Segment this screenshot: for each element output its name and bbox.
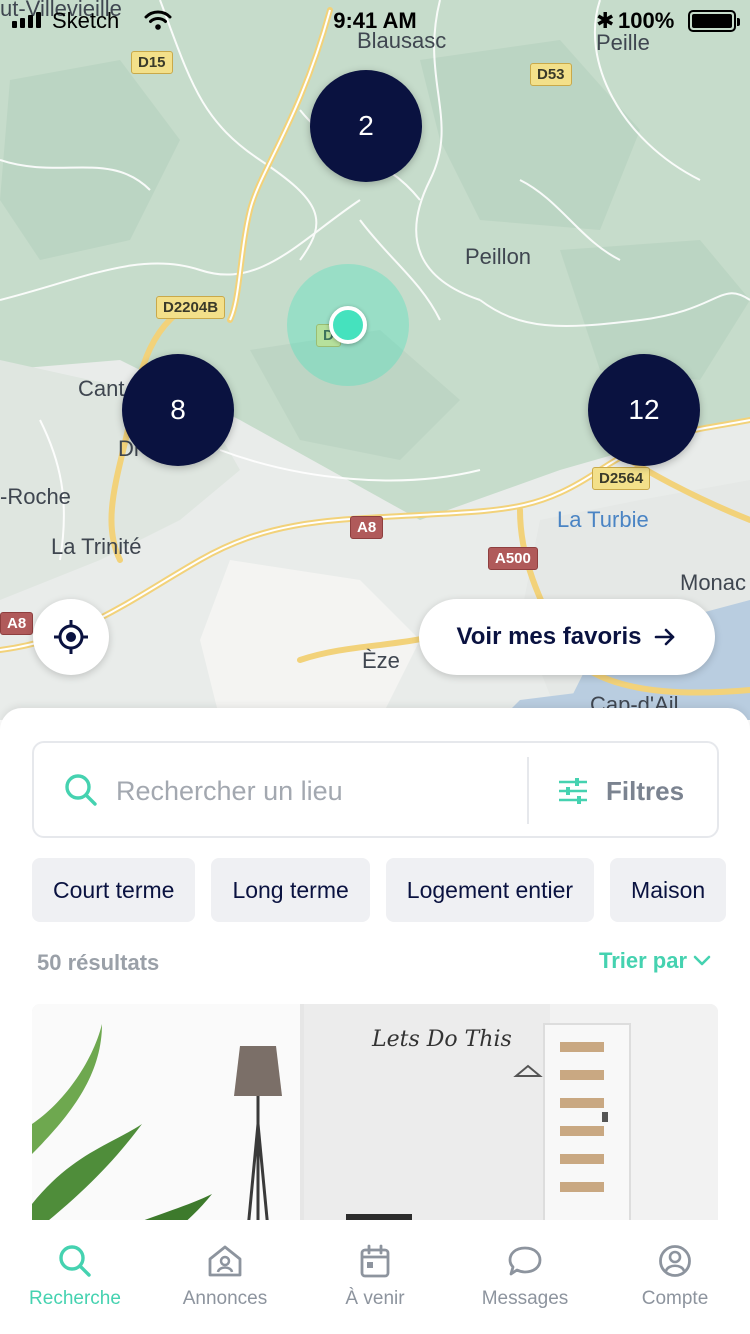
- calendar-icon: [360, 1244, 390, 1278]
- locate-me-button[interactable]: [33, 599, 109, 675]
- user-location-dot: [329, 306, 367, 344]
- chip-maison[interactable]: Maison: [610, 858, 727, 922]
- tab-label: À venir: [345, 1288, 405, 1309]
- place-la-trinite: La Trinité: [51, 534, 142, 559]
- chip-logement-entier[interactable]: Logement entier: [385, 858, 595, 922]
- search-icon: [59, 1245, 91, 1277]
- map-view[interactable]: ut-Villevieille Blausasc Peille Peillon …: [0, 0, 750, 720]
- search-bar: Filtres: [32, 741, 719, 838]
- map-cluster-top[interactable]: 2: [310, 70, 422, 182]
- place-la-turbie: La Turbie: [557, 507, 649, 532]
- tab-compte[interactable]: Compte: [600, 1220, 750, 1334]
- tab-label: Compte: [641, 1288, 709, 1309]
- battery-percentage: 100%: [618, 8, 675, 33]
- chat-bubble-icon: [508, 1246, 542, 1276]
- search-divider: [527, 757, 529, 824]
- cluster-count: 2: [358, 110, 374, 141]
- battery-icon: [688, 10, 740, 32]
- road-badge-d2204b: D2204B: [156, 296, 226, 319]
- search-input[interactable]: [116, 767, 516, 815]
- tab-messages[interactable]: Messages: [450, 1220, 600, 1334]
- tab-annonces[interactable]: Annonces: [150, 1220, 300, 1334]
- wall-lettering: Lets Do This: [371, 1027, 512, 1052]
- road-badge-d53: D53: [530, 63, 572, 86]
- place-monaco: Monac: [680, 570, 747, 595]
- tab-recherche[interactable]: Recherche: [0, 1220, 150, 1334]
- road-badge-d2564: D2564: [592, 467, 651, 490]
- road-badge-a500: A500: [488, 547, 538, 570]
- chip-court-terme[interactable]: Court terme: [32, 858, 196, 922]
- road-badge-a8-left: A8: [0, 612, 34, 635]
- status-bar: Sketch 9:41 AM ✱ 100%: [0, 0, 750, 40]
- chip-long-terme[interactable]: Long terme: [211, 858, 370, 922]
- tab-label: Annonces: [182, 1288, 268, 1309]
- place-eze: Èze: [362, 648, 400, 673]
- tab-label: Recherche: [29, 1288, 121, 1309]
- road-badge-d15: D15: [131, 51, 173, 74]
- search-icon: [65, 774, 97, 806]
- cluster-count: 8: [170, 394, 186, 425]
- filter-chips: Court terme Long terme Logement entier M…: [32, 858, 727, 922]
- sort-button[interactable]: Trier par: [599, 948, 711, 974]
- map-cluster-left[interactable]: 8: [122, 354, 234, 466]
- chevron-down-icon: [693, 955, 711, 966]
- tab-bar: Recherche Annonces À venir Messages Comp…: [0, 1220, 750, 1334]
- arrow-right-icon: [655, 628, 675, 646]
- place-roche: -Roche: [0, 484, 71, 509]
- view-favorites-button[interactable]: Voir mes favoris: [419, 599, 715, 675]
- filters-button[interactable]: Filtres: [558, 767, 684, 815]
- view-favorites-label: Voir mes favoris: [456, 623, 642, 650]
- user-icon: [659, 1245, 691, 1277]
- filters-label: Filtres: [606, 775, 685, 806]
- road-badge-a8: A8: [350, 516, 384, 539]
- place-peillon: Peillon: [465, 244, 532, 269]
- tab-a-venir[interactable]: À venir: [300, 1220, 450, 1334]
- house-icon: [208, 1245, 242, 1277]
- place-cant: Cant: [78, 376, 125, 401]
- crosshair-icon: [54, 620, 88, 654]
- bluetooth-icon: ✱: [596, 8, 615, 33]
- tab-label: Messages: [481, 1288, 569, 1309]
- sliders-icon: [559, 778, 587, 804]
- results-count: 50 résultats: [37, 950, 160, 975]
- cluster-count: 12: [628, 394, 660, 425]
- map-cluster-right[interactable]: 12: [588, 354, 700, 466]
- sort-label: Trier par: [599, 948, 688, 973]
